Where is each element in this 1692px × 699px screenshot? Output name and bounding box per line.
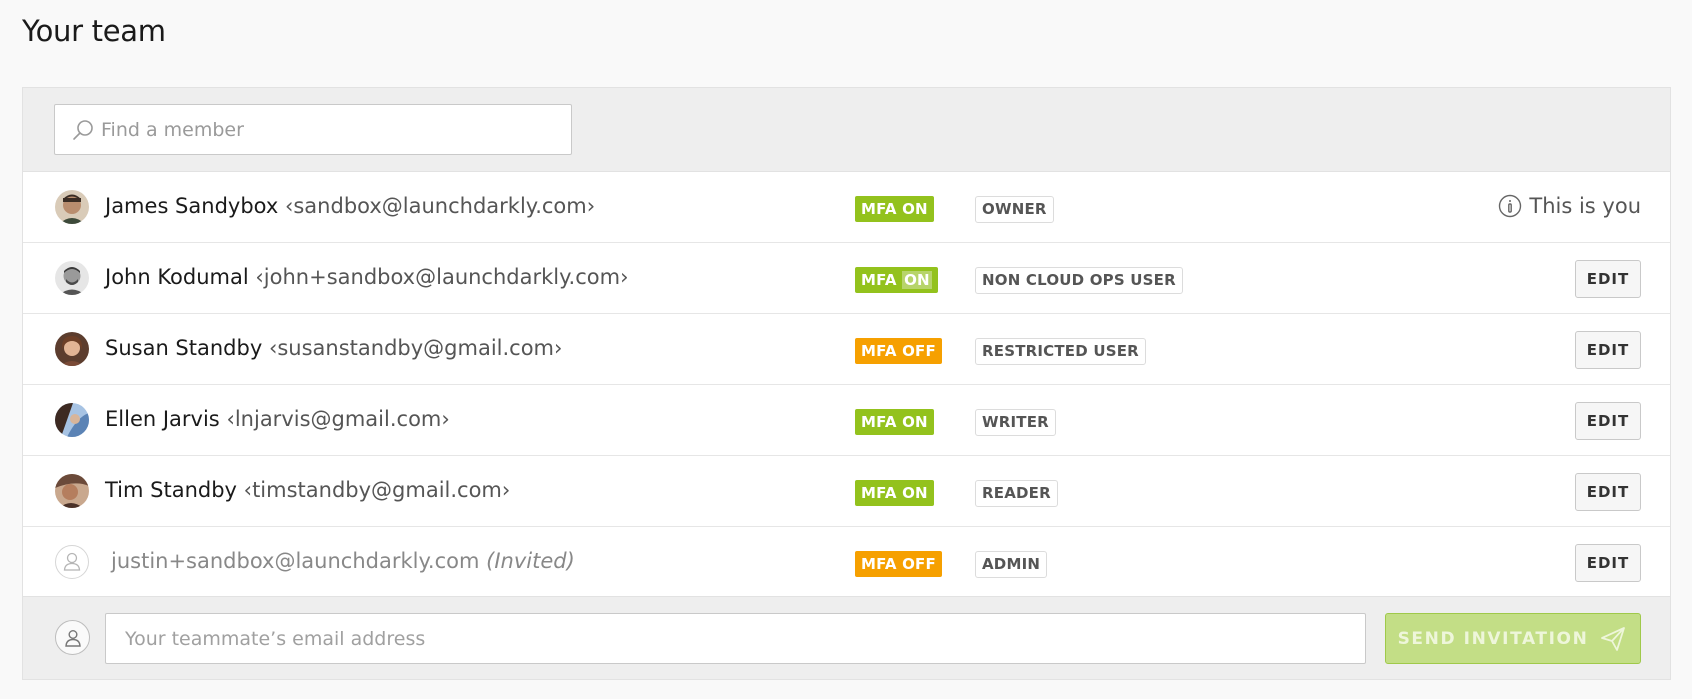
- member-info: John Kodumal ‹john+sandbox@launchdarkly.…: [105, 265, 628, 289]
- role-badge: WRITER: [975, 409, 1056, 436]
- mfa-status-badge: MFA ON: [855, 196, 934, 222]
- member-name: Susan Standby: [105, 336, 263, 360]
- member-info: Tim Standby ‹timstandby@gmail.com›: [105, 478, 510, 502]
- member-info: Susan Standby ‹susanstandby@gmail.com›: [105, 336, 562, 360]
- member-name: Tim Standby: [105, 478, 237, 502]
- member-email: ‹lnjarvis@gmail.com›: [226, 407, 450, 431]
- member-name: Ellen Jarvis: [105, 407, 220, 431]
- edit-button[interactable]: EDIT: [1575, 402, 1641, 440]
- member-row: Susan Standby ‹susanstandby@gmail.com› M…: [23, 314, 1670, 385]
- send-invitation-label: SEND INVITATION: [1397, 628, 1589, 649]
- team-panel: James Sandybox ‹sandbox@launchdarkly.com…: [22, 87, 1671, 680]
- member-email: ‹sandbox@launchdarkly.com›: [284, 194, 596, 218]
- info-icon: [1497, 193, 1523, 219]
- page-title: Your team: [22, 14, 166, 48]
- member-list: James Sandybox ‹sandbox@launchdarkly.com…: [23, 172, 1670, 598]
- member-email: ‹john+sandbox@launchdarkly.com›: [255, 265, 629, 289]
- mfa-status-badge: MFA ON: [855, 480, 934, 506]
- search-input[interactable]: [101, 118, 541, 141]
- member-info: James Sandybox ‹sandbox@launchdarkly.com…: [105, 194, 595, 218]
- mfa-status-badge: MFA OFF: [855, 551, 942, 577]
- mfa-prefix: MFA: [861, 271, 903, 289]
- this-is-you-label: This is you: [1497, 193, 1641, 219]
- member-email: ‹susanstandby@gmail.com›: [268, 336, 563, 360]
- member-info: justin+sandbox@launchdarkly.com (Invited…: [111, 549, 575, 573]
- avatar: [55, 403, 89, 437]
- role-badge: OWNER: [975, 196, 1054, 223]
- edit-button[interactable]: EDIT: [1575, 260, 1641, 298]
- avatar: [55, 190, 89, 224]
- avatar: [55, 332, 89, 366]
- edit-button[interactable]: EDIT: [1575, 544, 1641, 582]
- role-badge: NON CLOUD OPS USER: [975, 267, 1183, 294]
- invite-bar: SEND INVITATION: [23, 596, 1670, 679]
- member-row: justin+sandbox@launchdarkly.com (Invited…: [23, 527, 1670, 598]
- mfa-status-badge: MFA OFF: [855, 338, 942, 364]
- avatar: [55, 474, 89, 508]
- user-icon: [55, 620, 90, 655]
- invite-email-input[interactable]: [105, 613, 1366, 664]
- user-placeholder-icon: [55, 545, 89, 579]
- role-badge: ADMIN: [975, 551, 1048, 578]
- search-box[interactable]: [54, 104, 572, 155]
- send-invitation-button[interactable]: SEND INVITATION: [1385, 613, 1641, 664]
- role-badge: READER: [975, 480, 1058, 507]
- this-is-you-text: This is you: [1529, 194, 1641, 218]
- member-email: justin+sandbox@launchdarkly.com: [111, 549, 480, 573]
- edit-button[interactable]: EDIT: [1575, 331, 1641, 369]
- member-info: Ellen Jarvis ‹lnjarvis@gmail.com›: [105, 407, 450, 431]
- role-badge: RESTRICTED USER: [975, 338, 1146, 365]
- mfa-highlight: ON: [902, 271, 932, 289]
- member-name: James Sandybox: [105, 194, 279, 218]
- avatar: [55, 261, 89, 295]
- member-row: Tim Standby ‹timstandby@gmail.com› MFA O…: [23, 456, 1670, 527]
- mfa-status-badge: MFA ON: [855, 409, 934, 435]
- mfa-status-badge: MFA ON: [855, 267, 938, 293]
- invited-tag: (Invited): [486, 549, 575, 573]
- search-icon: [69, 116, 97, 144]
- member-row: Ellen Jarvis ‹lnjarvis@gmail.com› MFA ON…: [23, 385, 1670, 456]
- member-email: ‹timstandby@gmail.com›: [243, 478, 511, 502]
- member-row: James Sandybox ‹sandbox@launchdarkly.com…: [23, 172, 1670, 243]
- edit-button[interactable]: EDIT: [1575, 473, 1641, 511]
- paper-plane-icon: [1598, 624, 1628, 654]
- member-name: John Kodumal: [105, 265, 249, 289]
- member-row: John Kodumal ‹john+sandbox@launchdarkly.…: [23, 243, 1670, 314]
- search-bar: [23, 88, 1670, 172]
